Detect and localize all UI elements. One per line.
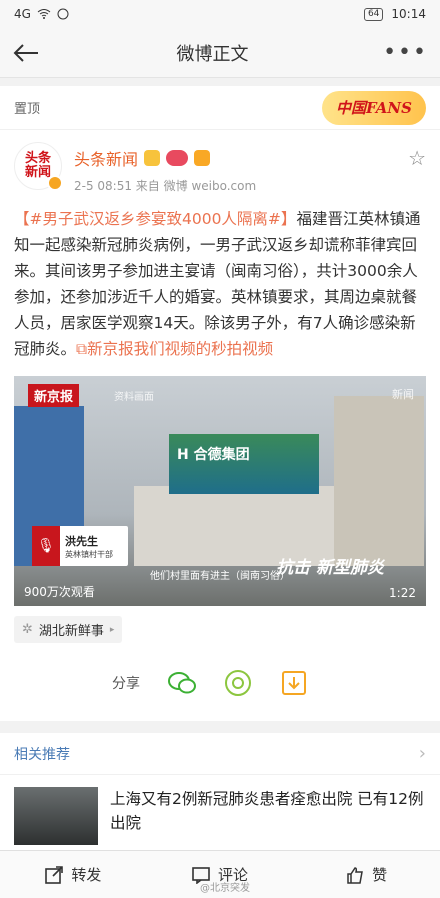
verified-icon — [47, 175, 63, 191]
speaker-lower-third: 🎙 洪先生 英林镇村干部 — [32, 526, 128, 566]
video-player[interactable]: H 合德集团 新京报 资料画面 新闻 🎙 洪先生 英林镇村干部 抗击 新型肺炎 … — [14, 376, 426, 606]
level-badge-icon — [194, 150, 211, 166]
china-fans-badge[interactable]: 中国FANS — [322, 90, 426, 125]
repost-icon — [45, 865, 64, 884]
source-tag: 资料画面 — [114, 392, 154, 403]
save-image-icon[interactable] — [280, 669, 308, 697]
brand-logo: 新京报 — [28, 384, 80, 407]
corner-watermark: @北京突发 — [200, 883, 250, 894]
nav-bar: 微博正文 ••• — [0, 28, 440, 78]
billboard: H 合德集团 — [169, 434, 319, 494]
microphone-icon: 🎙 — [32, 526, 60, 566]
moments-icon[interactable] — [224, 669, 252, 697]
chevron-right-icon: ▸ — [109, 624, 115, 635]
wechat-icon[interactable] — [168, 669, 196, 697]
speaker-role: 英林镇村干部 — [65, 549, 113, 559]
chevron-right-icon: › — [418, 743, 426, 764]
recommend-header[interactable]: 相关推荐 › — [0, 733, 440, 775]
post-text: 【#男子武汉返乡参宴致4000人隔离#】福建晋江英林镇通知一起感染新冠肺炎病例，… — [0, 194, 440, 362]
video-link-text: 新京报我们视频的秒拍视频 — [87, 340, 274, 358]
author-name[interactable]: 头条新闻 — [74, 146, 138, 170]
signal-icon: 4G — [14, 7, 31, 21]
like-button[interactable]: 赞 — [293, 851, 440, 898]
tag-icon: ✲ — [22, 622, 33, 637]
recommend-item[interactable]: 上海又有2例新冠肺炎患者痊愈出院 已有12例出院 — [0, 775, 440, 857]
video-duration: 1:22 — [389, 586, 416, 600]
clock: 10:14 — [391, 7, 426, 21]
speaker-name: 洪先生 — [65, 534, 98, 548]
wifi-icon — [37, 9, 51, 19]
post-meta: 2-5 08:51 来自 微博 weibo.com — [74, 179, 257, 193]
avatar[interactable]: 头条新闻 — [14, 142, 63, 191]
back-arrow-icon[interactable] — [12, 38, 42, 68]
author-row: 头条新闻 头条新闻 2-5 08:51 来自 微博 weibo.com ☆ — [0, 130, 440, 194]
recommend-item-text: 上海又有2例新冠肺炎患者痊愈出院 已有12例出院 — [110, 790, 424, 832]
heart-badge-icon — [166, 150, 189, 166]
share-row: 分享 — [0, 643, 440, 721]
more-icon[interactable]: ••• — [383, 40, 428, 65]
topic-link[interactable]: 【#男子武汉返乡参宴致4000人隔离#】 — [14, 210, 296, 228]
video-subtitle: 他们村里面有进主（闽南习俗） — [150, 571, 290, 582]
avatar-text: 头条新闻 — [24, 151, 51, 180]
page-title: 微博正文 — [176, 43, 249, 65]
post-card: 置顶 中国FANS 头条新闻 头条新闻 2-5 08:51 来自 微博 weib… — [0, 86, 440, 721]
repost-label: 转发 — [71, 866, 102, 884]
notification-icon — [57, 8, 69, 20]
status-bar: 4G 64 10:14 — [0, 0, 440, 28]
post-body: 福建晋江英林镇通知一起感染新冠肺炎病例，一男子武汉返乡却谎称菲律宾回来。其间该男… — [14, 210, 421, 358]
recommend-title: 相关推荐 — [14, 746, 70, 763]
battery-icon: 64 — [363, 7, 384, 21]
video-link[interactable]: ⧉新京报我们视频的秒拍视频 — [76, 340, 273, 358]
view-count: 900万次观看 — [24, 585, 95, 599]
bottom-action-bar: 转发 评论 赞 @北京突发 — [0, 850, 440, 898]
share-label: 分享 — [112, 676, 140, 692]
video-watermark: 新闻 — [392, 388, 414, 401]
building-right — [334, 396, 424, 566]
topic-tag[interactable]: ✲ 湖北新鲜事 ▸ — [14, 616, 123, 643]
repost-button[interactable]: 转发 — [0, 851, 147, 898]
vip-icon — [144, 150, 161, 166]
recommend-card: 相关推荐 › 上海又有2例新冠肺炎患者痊愈出院 已有12例出院 — [0, 733, 440, 857]
pinned-row: 置顶 中国FANS — [0, 86, 440, 130]
pinned-label: 置顶 — [14, 102, 41, 117]
recommend-thumbnail — [14, 787, 98, 845]
like-label: 赞 — [372, 866, 388, 884]
tag-label: 湖北新鲜事 — [38, 624, 104, 639]
thumbs-up-icon — [347, 866, 364, 884]
favorite-star-icon[interactable]: ☆ — [408, 146, 426, 170]
